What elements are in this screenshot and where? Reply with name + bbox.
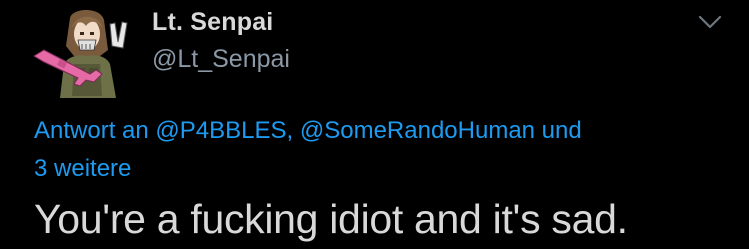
anime-soldier-avatar-icon[interactable] <box>30 6 140 98</box>
mention-link[interactable]: @P4BBLES <box>155 117 286 144</box>
user-handle[interactable]: @Lt_Senpai <box>152 45 290 74</box>
reply-context: Antwort an @P4BBLES, @SomeRandoHuman und… <box>34 112 734 188</box>
tweet-text: You're a fucking idiot and it's sad. <box>34 196 628 242</box>
mention-conjunction: und <box>535 117 582 144</box>
reply-prefix: Antwort an <box>34 117 156 144</box>
chevron-down-icon[interactable] <box>694 8 726 36</box>
mention-separator: , <box>286 117 300 144</box>
mention-link[interactable]: @SomeRandoHuman <box>300 117 535 144</box>
more-mentions-link[interactable]: 3 weitere <box>34 155 131 182</box>
display-name[interactable]: Lt. Senpai <box>152 8 273 37</box>
